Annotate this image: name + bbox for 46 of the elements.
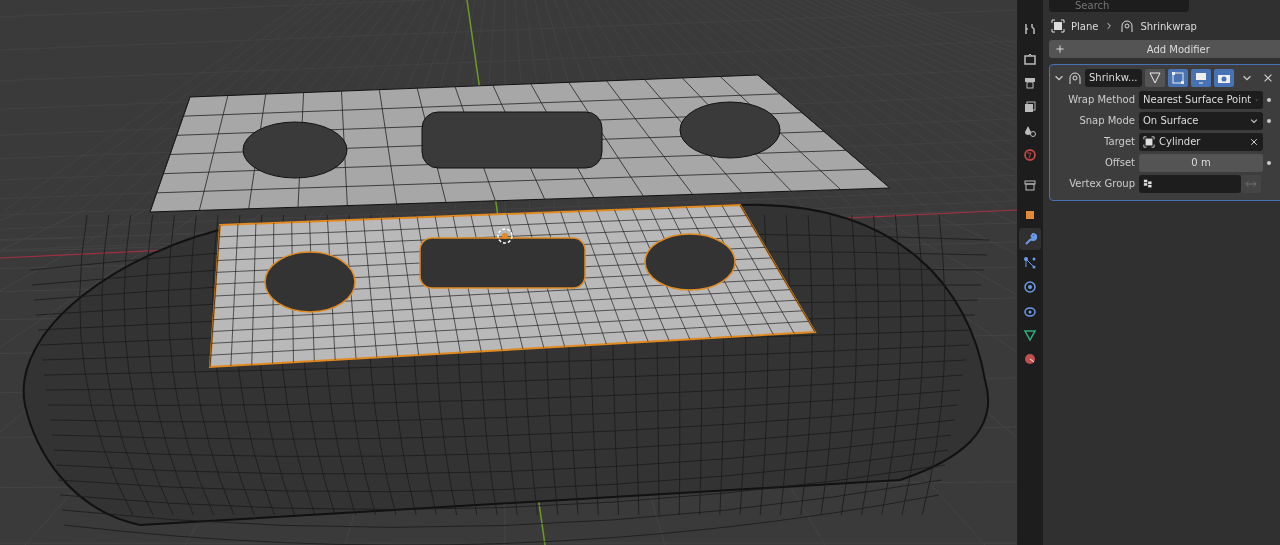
property-label: Target	[1103, 135, 1135, 149]
box-icon	[1023, 178, 1037, 192]
plus-icon	[1055, 44, 1065, 54]
monitor-icon	[1193, 71, 1208, 85]
dropdown-field[interactable]: Nearest Surface Point	[1139, 90, 1263, 109]
edit-mode-icon	[1170, 71, 1185, 85]
clear-icon	[1249, 136, 1259, 147]
add-modifier-button[interactable]: Add Modifier	[1049, 40, 1280, 58]
properties-tab[interactable]	[1019, 228, 1041, 250]
magnet-icon	[1068, 71, 1082, 85]
property-label: Offset	[1103, 156, 1135, 170]
invert-toggle[interactable]	[1241, 174, 1261, 193]
breadcrumb-label: Shrinkwrap	[1140, 19, 1197, 34]
triangle-vertices-icon	[1147, 71, 1162, 85]
object-icon	[1143, 135, 1155, 148]
images-icon	[1023, 100, 1037, 114]
property-label: Snap Mode	[1078, 114, 1135, 128]
breadcrumb-label: Plane	[1071, 19, 1099, 34]
edit-mode-toggle[interactable]	[1167, 69, 1188, 87]
keyframe-dot-icon[interactable]	[1267, 97, 1271, 102]
printer-icon	[1023, 76, 1037, 90]
sphere-icon	[1023, 352, 1037, 366]
square-icon	[1023, 208, 1037, 222]
keyframe-dot-icon[interactable]	[1267, 160, 1271, 165]
vertex-group-field[interactable]	[1139, 174, 1241, 193]
monitor-toggle[interactable]	[1190, 69, 1211, 87]
wrench-icon	[1023, 232, 1037, 246]
dots-icon	[1023, 256, 1037, 270]
magnet-icon	[1120, 19, 1135, 33]
keyframe-dot-icon[interactable]	[1267, 118, 1271, 123]
property-label: Vertex Group	[1068, 177, 1135, 191]
cone-sphere-icon	[1023, 124, 1037, 138]
triangle-vertices-toggle[interactable]	[1144, 69, 1165, 87]
modifier-name-field[interactable]: Shrinkw...	[1085, 69, 1142, 87]
object-field[interactable]: Cylinder	[1139, 132, 1263, 151]
vertex-group-icon	[1143, 177, 1155, 190]
object-icon	[1051, 19, 1065, 33]
number-field[interactable]: 0 m	[1139, 153, 1263, 172]
dropdown-field[interactable]: On Surface	[1139, 111, 1263, 130]
wrench-screwdriver-icon	[1023, 22, 1037, 36]
search-field[interactable]: Search	[1049, 0, 1189, 12]
camera-toggle[interactable]	[1213, 69, 1234, 87]
orbit-icon	[1023, 280, 1037, 294]
triangle-icon	[1023, 328, 1037, 342]
property-label: Wrap Method	[1067, 93, 1135, 107]
viewport-drawing[interactable]	[0, 0, 1017, 545]
